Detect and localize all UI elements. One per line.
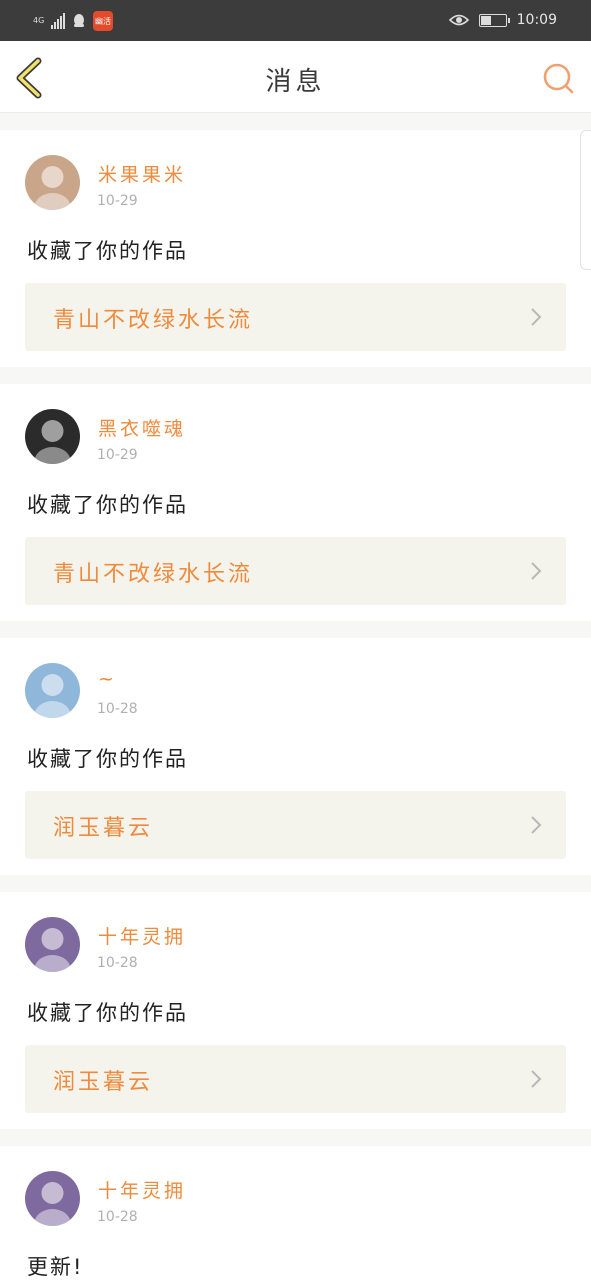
clock: 10:09 [516, 12, 557, 28]
qq-icon [74, 14, 84, 27]
message-date: 10-29 [97, 447, 138, 463]
username[interactable]: 十年灵拥 [98, 922, 186, 949]
message-card: 十年灵拥 10-28 更新! [0, 1146, 591, 1286]
chevron-right-icon [531, 816, 542, 834]
work-link[interactable]: 青山不改绿水长流 [25, 537, 566, 605]
message-date: 10-29 [97, 193, 138, 209]
chevron-right-icon [531, 1070, 542, 1088]
work-title: 青山不改绿水长流 [53, 562, 254, 587]
message-card: 米果果米 10-29 收藏了你的作品 青山不改绿水长流 [0, 130, 591, 367]
avatar-portrait-icon [34, 420, 71, 464]
avatar[interactable] [25, 663, 80, 718]
work-title: 润玉暮云 [53, 1070, 154, 1095]
avatar[interactable] [25, 917, 80, 972]
scroll-indicator[interactable] [580, 130, 591, 270]
status-left: 4G 幽活 [33, 10, 113, 32]
message-date: 10-28 [97, 1209, 138, 1225]
avatar-portrait-icon [34, 928, 71, 972]
work-title: 润玉暮云 [53, 816, 154, 841]
username[interactable]: 米果果米 [98, 160, 186, 187]
message-action: 收藏了你的作品 [27, 493, 188, 517]
avatar-portrait-icon [34, 674, 71, 718]
signal-icon [51, 13, 65, 29]
chevron-right-icon [531, 562, 542, 580]
battery-level [480, 15, 492, 25]
message-card: 十年灵拥 10-28 收藏了你的作品 润玉暮云 [0, 892, 591, 1129]
username[interactable]: 黑衣噬魂 [98, 414, 186, 441]
message-action: 收藏了你的作品 [27, 1001, 188, 1025]
username[interactable]: ~ [98, 668, 117, 690]
search-icon[interactable] [541, 61, 575, 95]
message-date: 10-28 [97, 701, 138, 717]
message-action: 收藏了你的作品 [27, 747, 188, 771]
message-card: ~ 10-28 收藏了你的作品 润玉暮云 [0, 638, 591, 875]
battery-icon [478, 13, 510, 27]
app-notification-icon: 幽活 [93, 11, 113, 31]
avatar-portrait-icon [34, 166, 71, 210]
work-link[interactable]: 青山不改绿水长流 [25, 283, 566, 351]
work-link[interactable]: 润玉暮云 [25, 1045, 566, 1113]
status-bar: 4G 幽活 10:09 [0, 0, 591, 41]
message-card: 黑衣噬魂 10-29 收藏了你的作品 青山不改绿水长流 [0, 384, 591, 621]
username[interactable]: 十年灵拥 [98, 1176, 186, 1203]
work-link[interactable]: 润玉暮云 [25, 791, 566, 859]
message-action: 收藏了你的作品 [27, 239, 188, 263]
eye-comfort-icon [448, 14, 469, 26]
network-type: 4G [33, 16, 45, 25]
avatar[interactable] [25, 1171, 80, 1226]
message-date: 10-28 [97, 955, 138, 971]
avatar[interactable] [25, 155, 80, 210]
status-right: 10:09 [448, 9, 557, 31]
nav-bar: 消息 [0, 41, 591, 113]
message-action: 更新! [27, 1255, 84, 1279]
work-title: 青山不改绿水长流 [53, 308, 254, 333]
page-title: 消息 [265, 67, 326, 97]
chevron-right-icon [531, 308, 542, 326]
avatar[interactable] [25, 409, 80, 464]
avatar-portrait-icon [34, 1182, 71, 1226]
